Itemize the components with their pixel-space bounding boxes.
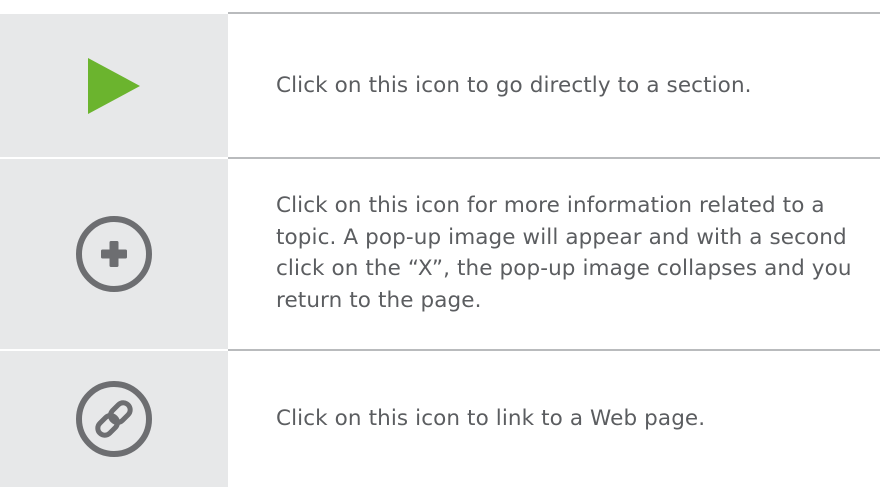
play-triangle-icon[interactable] — [86, 56, 142, 116]
icon-cell — [0, 159, 228, 349]
icon-cell — [0, 14, 228, 157]
circle-plus-icon[interactable] — [74, 214, 154, 294]
description-cell: Click on this icon to link to a Web page… — [228, 351, 880, 487]
circle-link-icon[interactable] — [74, 379, 154, 459]
legend-row-web-link: Click on this icon to link to a Web page… — [0, 351, 880, 487]
legend-row-section: Click on this icon to go directly to a s… — [0, 14, 880, 157]
legend-row-more-info: Click on this icon for more information … — [0, 159, 880, 349]
description-text: Click on this icon for more information … — [276, 193, 852, 313]
description-text: Click on this icon to link to a Web page… — [276, 406, 706, 432]
description-cell: Click on this icon for more information … — [228, 159, 880, 349]
icon-cell — [0, 351, 228, 487]
description-text: Click on this icon to go directly to a s… — [276, 72, 752, 98]
icon-legend: Click on this icon to go directly to a s… — [0, 0, 880, 487]
description-cell: Click on this icon to go directly to a s… — [228, 14, 880, 157]
